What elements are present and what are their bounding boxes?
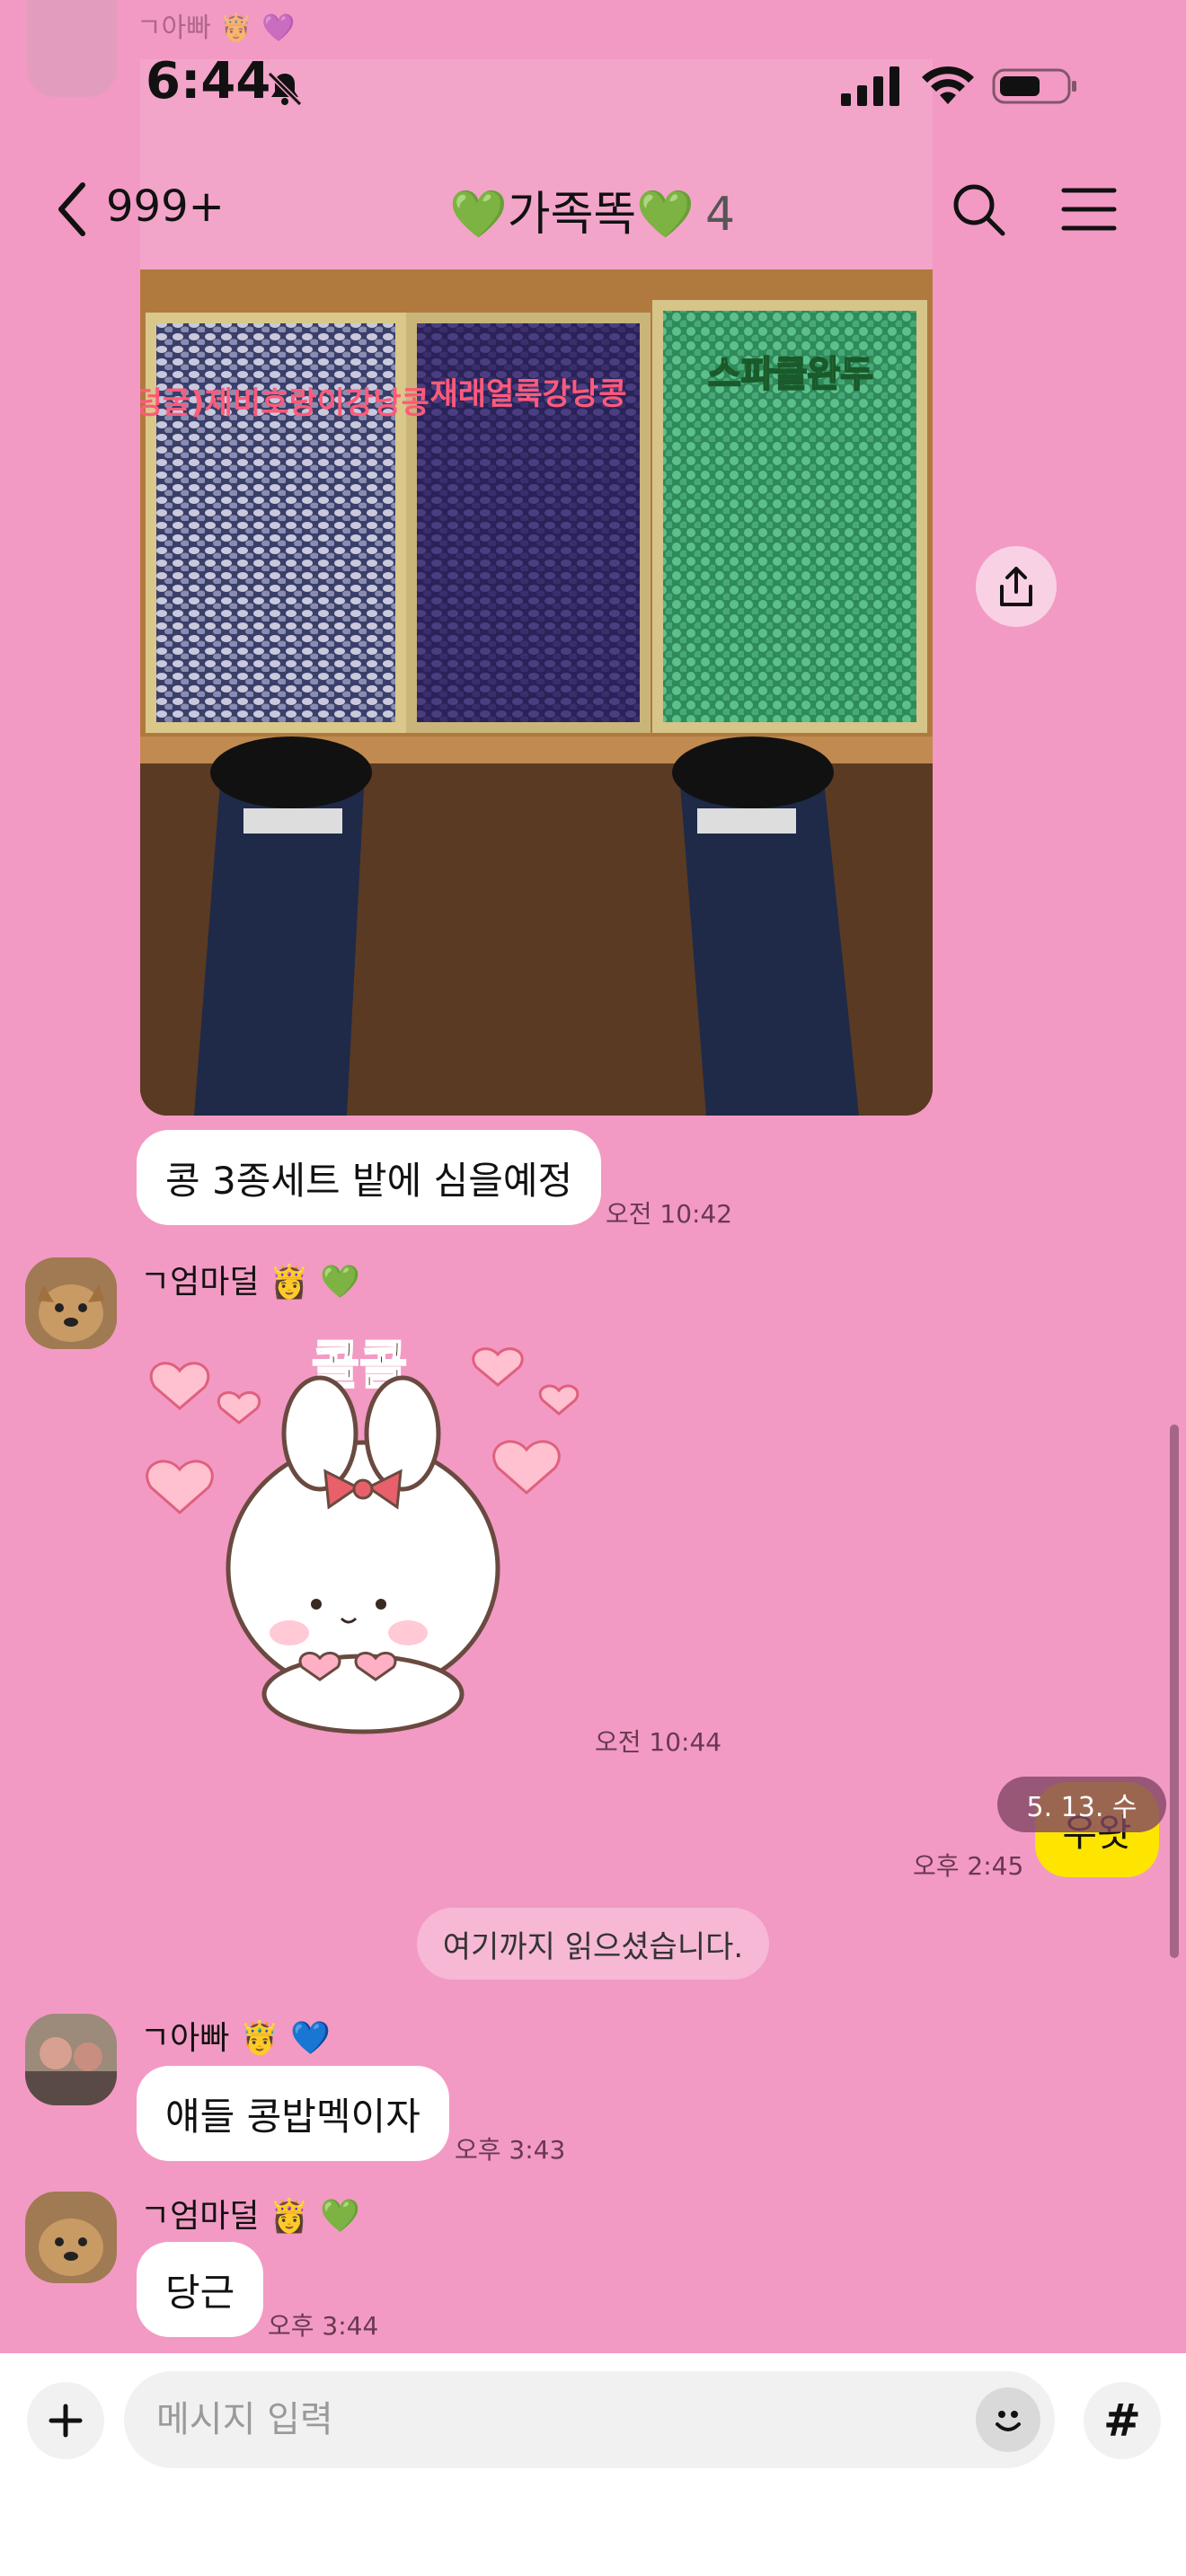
message-time: 오후 2:45 xyxy=(913,1851,1024,1881)
hamburger-menu-icon[interactable] xyxy=(1060,185,1118,234)
scrollbar[interactable] xyxy=(1170,1425,1179,1958)
wifi-icon xyxy=(922,66,974,104)
bag-label: 재래얼룩강낭콩 xyxy=(430,376,627,412)
message-time: 오후 3:43 xyxy=(455,2135,566,2165)
signal-icon xyxy=(841,66,899,106)
search-icon[interactable] xyxy=(951,181,1006,237)
emoji-button[interactable] xyxy=(976,2387,1040,2452)
photo-message[interactable]: (덩굴)제비호랑이강낭콩 재래얼룩강낭콩 스파클완두 xyxy=(140,269,933,1116)
unread-count[interactable]: 999+ xyxy=(106,181,225,232)
bag-label: 스파클완두 xyxy=(708,354,873,395)
message-time: 오후 3:44 xyxy=(268,2311,379,2341)
message-input[interactable] xyxy=(124,2371,1055,2468)
message-bubble[interactable]: 얘들 콩밥멕이자 xyxy=(137,2066,449,2161)
bell-slash-icon xyxy=(267,71,303,107)
battery-icon xyxy=(992,68,1076,104)
emoji-icon xyxy=(996,2411,1021,2431)
plus-icon xyxy=(49,2404,83,2438)
family-avatar-image xyxy=(25,2014,117,2105)
sticker[interactable]: 콜콜 xyxy=(140,1308,589,1757)
plus-button[interactable] xyxy=(27,2382,104,2459)
bunny-sticker: 콜콜 xyxy=(146,1334,580,1734)
dog-avatar-image xyxy=(25,1257,117,1349)
bag-label: (덩굴)제비호랑이강낭콩 xyxy=(140,385,429,421)
read-marker: 여기까지 읽으셨습니다. xyxy=(417,1908,769,1980)
sender-name: ㄱ아빠 🤴 💜 xyxy=(137,13,296,44)
chat-room-title[interactable]: 💚가족똑💚 4 xyxy=(449,176,735,243)
member-count: 4 xyxy=(705,188,736,242)
avatar[interactable] xyxy=(25,2014,117,2105)
dog-avatar-image xyxy=(25,2192,117,2283)
chat-room-name: 💚가족똑💚 xyxy=(449,188,695,242)
share-button[interactable] xyxy=(976,546,1057,627)
avatar[interactable] xyxy=(25,2192,117,2283)
status-time: 6:44 xyxy=(146,52,271,110)
chevron-left-icon[interactable] xyxy=(52,180,92,239)
sender-name: ㄱ엄마덜 👸 💚 xyxy=(140,1264,361,1301)
sender-name: ㄱ엄마덜 👸 💚 xyxy=(140,2198,361,2235)
date-indicator: 5. 13. 수 xyxy=(997,1777,1166,1832)
avatar[interactable] xyxy=(25,1257,117,1349)
share-icon xyxy=(1000,567,1032,606)
sender-name: ㄱ아빠 🤴 💙 xyxy=(140,2020,331,2057)
message-time: 오전 10:44 xyxy=(595,1727,722,1757)
message-bubble[interactable]: 당근 xyxy=(137,2242,264,2337)
hashtag-button[interactable]: # xyxy=(1084,2382,1161,2459)
message-bubble[interactable]: 콩 3종세트 밭에 심을예정 xyxy=(137,1130,602,1225)
avatar[interactable] xyxy=(27,0,117,97)
photo-image: (덩굴)제비호랑이강낭콩 재래얼룩강낭콩 스파클완두 xyxy=(140,269,933,1116)
message-time: 오전 10:42 xyxy=(606,1199,733,1229)
